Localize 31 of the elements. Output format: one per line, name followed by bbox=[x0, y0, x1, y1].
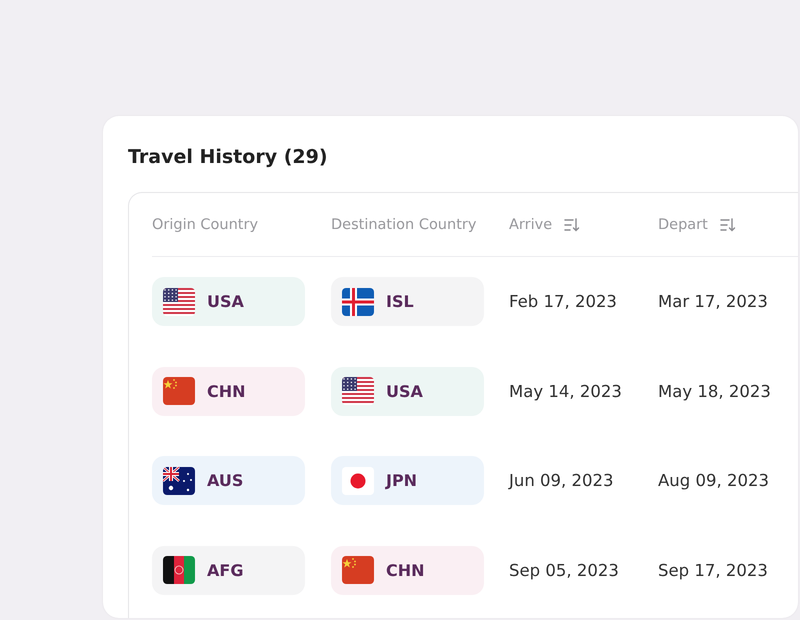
flag-icon bbox=[163, 288, 195, 316]
page-title: Travel History (29) bbox=[128, 146, 328, 168]
country-code: AFG bbox=[207, 560, 244, 580]
country-code: USA bbox=[386, 382, 423, 401]
flag-icon bbox=[342, 556, 374, 584]
column-header: Destination Country bbox=[331, 216, 476, 232]
flag-icon bbox=[342, 466, 374, 495]
country-code: JPN bbox=[386, 471, 418, 490]
date-text: Sep 05, 2023 bbox=[509, 560, 619, 580]
country-code: CHN bbox=[207, 382, 246, 401]
date-text: Jun 09, 2023 bbox=[509, 471, 614, 490]
country-code: USA bbox=[207, 292, 244, 312]
flag-icon bbox=[342, 377, 374, 406]
flag-icon bbox=[163, 377, 195, 406]
flag-icon bbox=[342, 288, 374, 316]
sort-icon[interactable] bbox=[720, 218, 736, 232]
date-text: May 18, 2023 bbox=[658, 382, 771, 401]
date-text: May 14, 2023 bbox=[509, 382, 622, 401]
date-text: Feb 17, 2023 bbox=[509, 292, 617, 312]
column-header: Origin Country bbox=[152, 216, 258, 232]
column-header: Depart bbox=[658, 216, 708, 232]
country-code: ISL bbox=[386, 292, 414, 312]
sort-icon[interactable] bbox=[564, 218, 580, 232]
date-text: Mar 17, 2023 bbox=[658, 292, 768, 312]
date-text: Sep 17, 2023 bbox=[658, 560, 768, 580]
country-code: AUS bbox=[207, 471, 244, 490]
country-code: CHN bbox=[386, 560, 425, 580]
flag-icon bbox=[163, 556, 195, 584]
column-header: Arrive bbox=[509, 216, 552, 232]
date-text: Aug 09, 2023 bbox=[658, 471, 769, 490]
flag-icon bbox=[163, 466, 195, 495]
